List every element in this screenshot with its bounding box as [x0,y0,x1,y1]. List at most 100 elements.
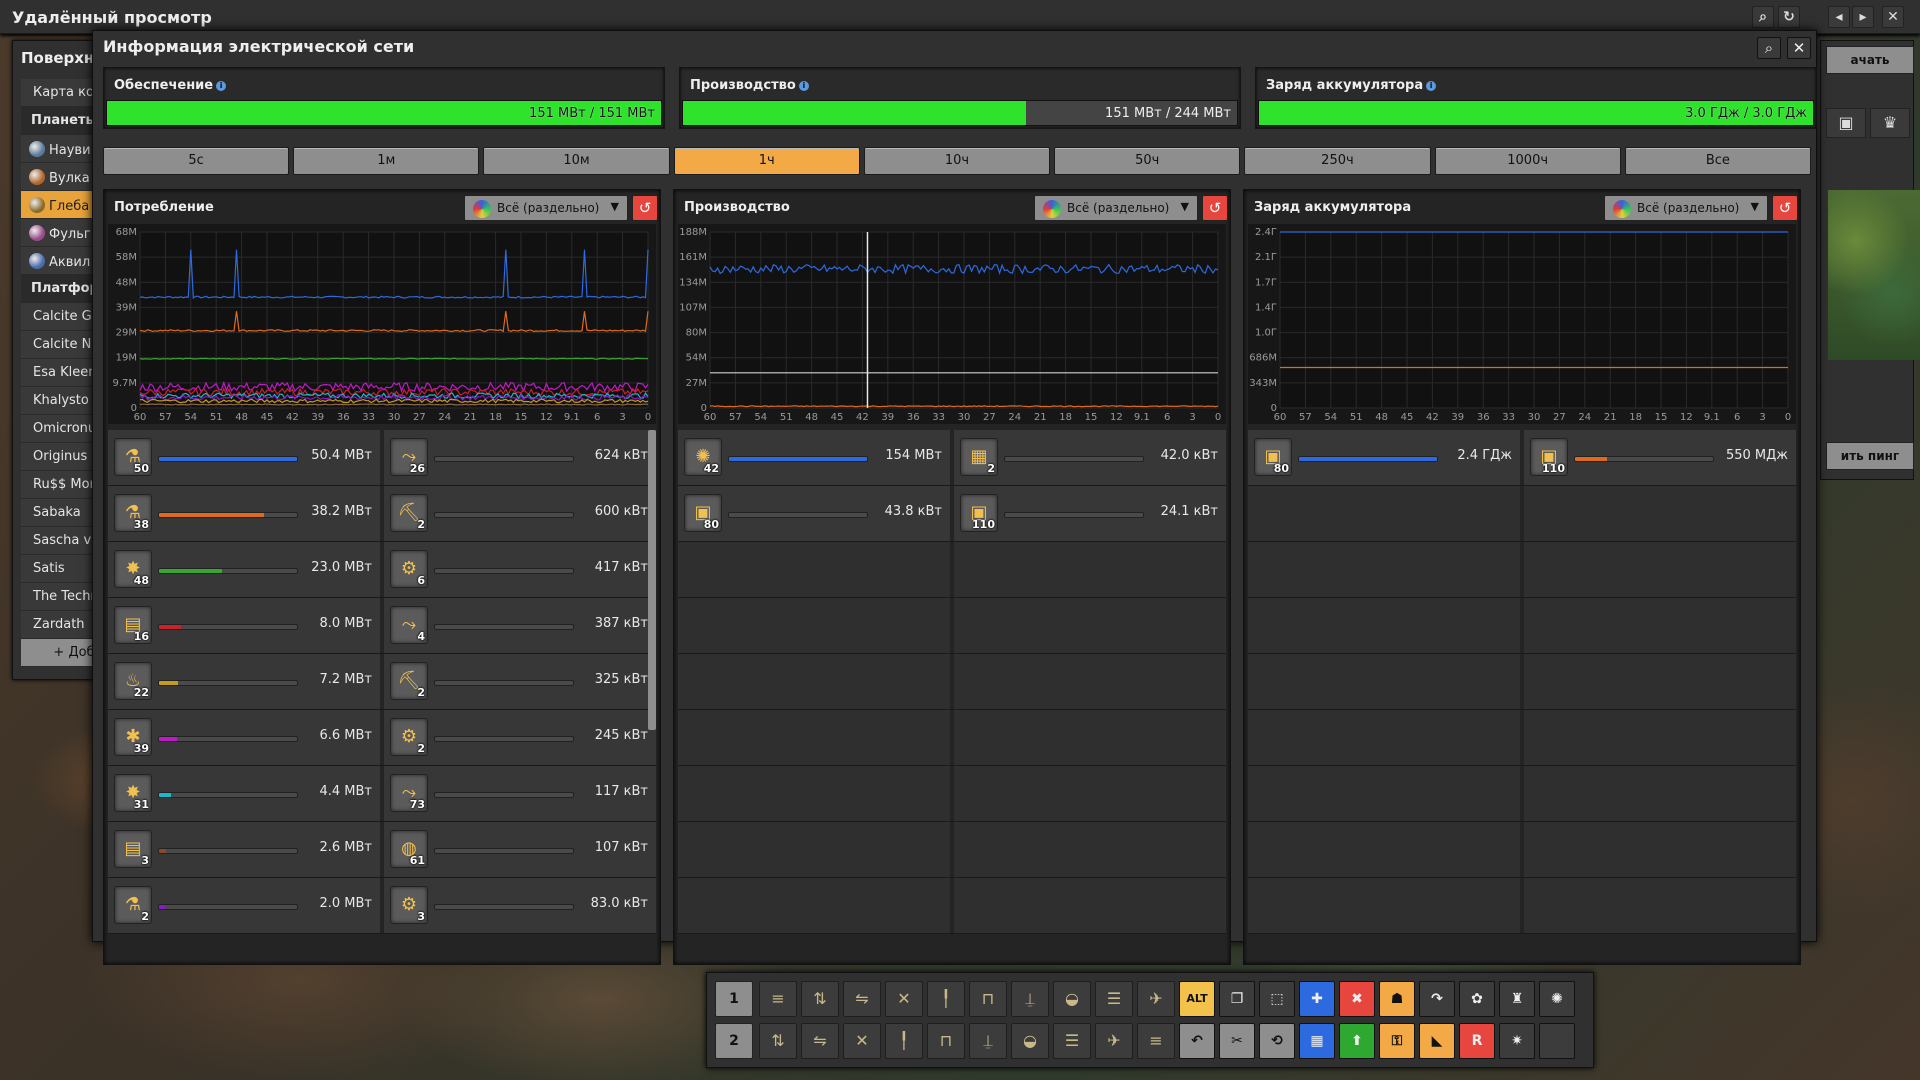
entity-row-cell[interactable]: ✺ 42 154 МВт [678,430,950,485]
drill-icon[interactable]: ⛏ 2 [390,662,428,700]
upgrade-icon[interactable]: ⬆ [1339,1023,1375,1059]
time-tab-5с[interactable]: 5с [103,147,290,175]
robot-icon[interactable]: ☗ [1379,981,1415,1017]
filter-dropdown[interactable]: Всё (раздельно) ▼ [1604,195,1768,221]
assembler-icon[interactable]: ⚙ 6 [390,550,428,588]
minimap[interactable] [1828,190,1920,360]
entity-row-cell[interactable]: ⚙ 6 417 кВт [384,542,656,597]
entity-row-cell[interactable]: ♨ 22 7.2 МВт [108,654,380,709]
landfill-icon[interactable]: ◒ [1011,1023,1049,1059]
time-tab-1ч[interactable]: 1ч [673,147,860,175]
refresh-icon[interactable]: ↻ [1778,6,1800,28]
next-icon[interactable]: ▸ [1852,6,1874,28]
turret-icon[interactable]: ✸ 31 [114,774,152,812]
entity-row-cell[interactable]: ✸ 31 4.4 МВт [108,766,380,821]
solar-panel-icon[interactable]: ▦ 2 [960,438,998,476]
filter-dropdown[interactable]: Всё (раздельно) ▼ [1034,195,1198,221]
research-icon[interactable]: R [1459,1023,1495,1059]
wrench-icon[interactable]: ✕ [885,981,923,1017]
entity-row-cell[interactable]: ⚙ 3 83.0 кВт [384,878,656,933]
entity-row-cell[interactable]: ▣ 110 550 МДж [1524,430,1796,485]
tower-icon[interactable]: ⍊ [969,1023,1007,1059]
underground-icon[interactable]: ⇋ [843,981,881,1017]
entity-row-cell[interactable]: ▣ 80 43.8 кВт [678,486,950,541]
entity-row-cell[interactable]: ▤ 16 8.0 МВт [108,598,380,653]
pole-icon[interactable]: ╿ [885,1023,923,1059]
entity-row-cell[interactable]: ▦ 2 42.0 кВт [954,430,1226,485]
start-button[interactable]: ачать [1826,46,1914,74]
substation-icon[interactable]: ⊓ [927,1023,965,1059]
underground-icon[interactable]: ⇋ [801,1023,839,1059]
rail-icon[interactable]: ☰ [1095,981,1133,1017]
quickbar-row-1-button[interactable]: 1 [715,981,753,1017]
reset-filter-button[interactable]: ↺ [1772,195,1798,221]
copy-icon[interactable]: ❐ [1219,981,1255,1017]
entity-row-cell[interactable]: ✱ 39 6.6 МВт [108,710,380,765]
blueprint-icon[interactable]: ✚ [1299,981,1335,1017]
search-icon[interactable]: ⌕ [1757,37,1781,59]
drone-icon[interactable]: ✈ [1095,1023,1133,1059]
bug-icon[interactable]: ✺ [1539,981,1575,1017]
substation-icon[interactable]: ⊓ [969,981,1007,1017]
key-icon[interactable]: ⚿ [1379,1023,1415,1059]
entity-row-cell[interactable]: ⚙ 2 245 кВт [384,710,656,765]
time-tab-10м[interactable]: 10м [483,147,670,175]
factory-icon[interactable]: ▤ 3 [114,830,152,868]
drone-icon[interactable]: ✈ [1137,981,1175,1017]
belt-icon[interactable]: ≡ [759,981,797,1017]
select-icon[interactable]: ⬚ [1259,981,1295,1017]
entity-row-cell[interactable]: ▤ 3 2.6 МВт [108,822,380,877]
entity-row-cell[interactable]: ⛏ 2 325 кВт [384,654,656,709]
time-tab-1м[interactable]: 1м [293,147,480,175]
entity-row-cell[interactable]: ▣ 80 2.4 ГДж [1248,430,1520,485]
rail-icon[interactable]: ☰ [1053,1023,1091,1059]
planner-icon[interactable]: ▦ [1299,1023,1335,1059]
radar-icon[interactable]: ◍ 61 [390,830,428,868]
entity-row-cell[interactable]: ⤳ 73 117 кВт [384,766,656,821]
time-tab-1000ч[interactable]: 1000ч [1434,147,1621,175]
alt-mode-toggle[interactable]: ALT [1179,981,1215,1017]
entity-row-cell[interactable]: ◍ 61 107 кВт [384,822,656,877]
train-icon[interactable]: ▣ [1826,108,1866,138]
assembler-icon[interactable]: ⚙ 2 [390,718,428,756]
accumulator-icon[interactable]: ▣ 80 [1254,438,1292,476]
entity-row-cell[interactable]: ▣ 110 24.1 кВт [954,486,1226,541]
deconstruct-icon[interactable]: ✖ [1339,981,1375,1017]
entity-row-cell[interactable]: ✸ 48 23.0 МВт [108,542,380,597]
inserter-icon[interactable]: ⤳ 73 [390,774,428,812]
inserter-icon[interactable]: ⤳ 4 [390,606,428,644]
trophy-icon[interactable]: ♛ [1870,108,1910,138]
entity-row-cell[interactable]: ⚗ 38 38.2 МВт [108,486,380,541]
info-icon[interactable]: i [216,80,227,91]
undo-disabled-icon[interactable]: ↷ [1419,981,1455,1017]
quickbar-row-2-button[interactable]: 2 [715,1023,753,1059]
beacon-icon[interactable]: ✱ 39 [114,718,152,756]
ping-button[interactable]: ить пинг [1826,442,1914,470]
entity-row-cell[interactable]: ⤳ 26 624 кВт [384,430,656,485]
assembler-icon[interactable]: ⚙ 3 [390,886,428,924]
reset-filter-button[interactable]: ↺ [1202,195,1228,221]
spidertron-icon[interactable]: ✿ [1459,981,1495,1017]
settings-icon[interactable]: ✷ [1499,1023,1535,1059]
wrench-icon[interactable]: ✕ [843,1023,881,1059]
undo-icon[interactable]: ↶ [1179,1023,1215,1059]
artillery-icon[interactable]: ◣ [1419,1023,1455,1059]
entity-row-cell[interactable]: ⚗ 50 50.4 МВт [108,430,380,485]
accumulator-icon[interactable]: ▣ 80 [684,494,722,532]
info-icon[interactable]: i [1426,80,1437,91]
search-icon[interactable]: ⌕ [1752,6,1774,28]
reset-filter-button[interactable]: ↺ [632,195,658,221]
prev-icon[interactable]: ◂ [1828,6,1850,28]
furnace-icon[interactable]: ♨ 22 [114,662,152,700]
splitter-icon[interactable]: ⇅ [801,981,839,1017]
drill-icon[interactable]: ⛏ 2 [390,494,428,532]
splitter-icon[interactable]: ⇅ [759,1023,797,1059]
filter-dropdown[interactable]: Всё (раздельно) ▼ [464,195,628,221]
cut-icon[interactable]: ✂ [1219,1023,1255,1059]
close-icon[interactable]: ✕ [1882,6,1904,28]
lab-icon[interactable]: ⚗ 38 [114,494,152,532]
time-tab-250ч[interactable]: 250ч [1244,147,1431,175]
time-tab-10ч[interactable]: 10ч [863,147,1051,175]
pole-icon[interactable]: ╿ [927,981,965,1017]
entity-row-cell[interactable]: ⛏ 2 600 кВт [384,486,656,541]
